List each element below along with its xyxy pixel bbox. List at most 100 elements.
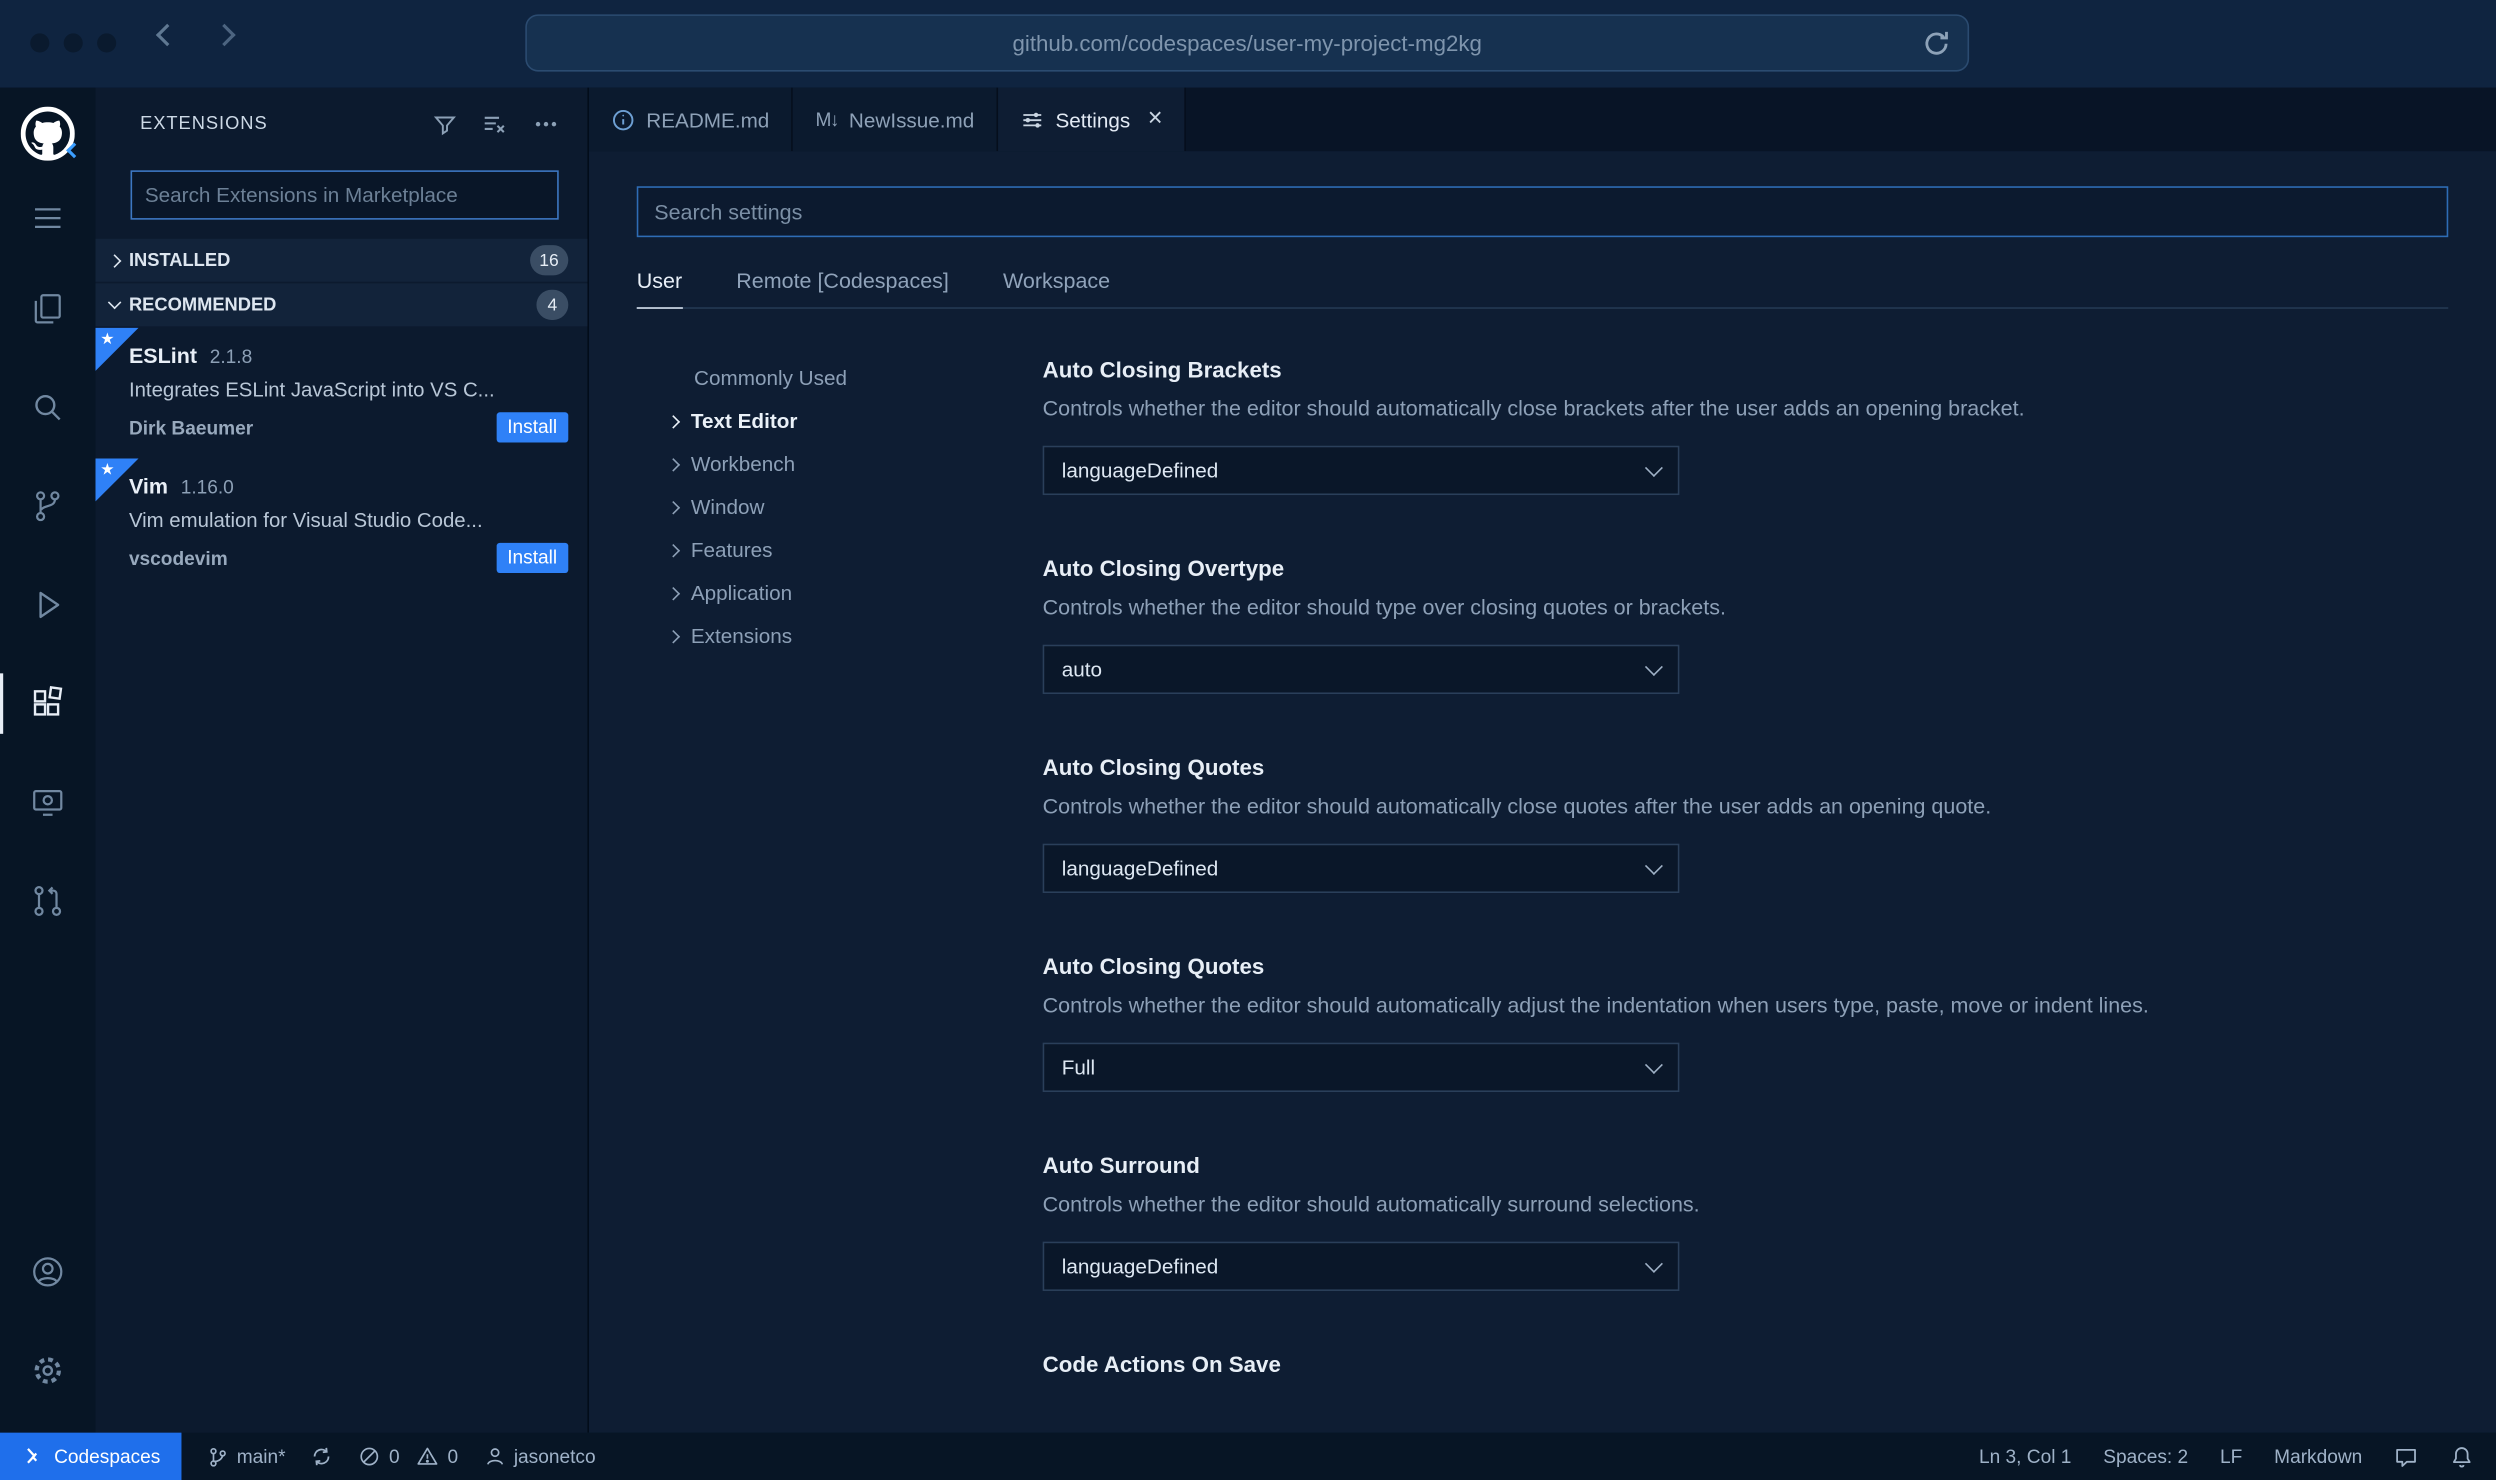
language-mode[interactable]: Markdown (2274, 1445, 2362, 1467)
tab-readme[interactable]: README.md (588, 87, 794, 152)
filter-icon[interactable] (433, 112, 457, 136)
menu-icon[interactable] (0, 177, 96, 260)
source-control-icon[interactable] (0, 457, 96, 556)
codespaces-label: Codespaces (54, 1445, 161, 1468)
settings-search-input[interactable] (638, 199, 2447, 224)
list-item-eslint[interactable]: ★ ESLint 2.1.8 Integrates ESLint JavaScr… (95, 327, 588, 459)
setting-auto-closing-quotes: Auto Closing Quotes Controls whether the… (1042, 755, 2449, 894)
toc-text-editor[interactable]: Text Editor (666, 400, 1027, 443)
window-controls[interactable] (30, 33, 117, 53)
codespaces-icon (27, 1448, 38, 1464)
url-text: github.com/codespaces/user-my-project-mg… (1012, 30, 1482, 56)
error-icon (361, 1447, 379, 1466)
setting-auto-surround: Auto Surround Controls whether the edito… (1042, 1152, 2449, 1291)
extension-publisher: vscodevim (128, 546, 228, 570)
indentation[interactable]: Spaces: 2 (2103, 1445, 2188, 1467)
toc-application[interactable]: Application (666, 571, 1027, 614)
toc-window[interactable]: Window (666, 486, 1027, 529)
chevron-down-icon (1644, 657, 1663, 676)
tab-newissue[interactable]: M↓ NewIssue.md (793, 87, 999, 152)
cursor-position[interactable]: Ln 3, Col 1 (1979, 1445, 2071, 1467)
setting-value-dropdown[interactable]: auto (1042, 644, 1680, 695)
scope-tab-remote[interactable]: Remote [Codespaces] (736, 269, 949, 307)
sidebar-title: EXTENSIONS (140, 114, 268, 134)
setting-value-dropdown[interactable]: languageDefined (1042, 1241, 1680, 1291)
explorer-icon[interactable] (0, 259, 96, 358)
extension-name: ESLint (128, 343, 197, 368)
section-label: INSTALLED (128, 250, 231, 270)
browser-nav (155, 23, 236, 47)
settings-gear-icon[interactable] (0, 1321, 96, 1420)
extension-description: Vim emulation for Visual Studio Code... (128, 507, 483, 532)
chevron-right-icon (666, 500, 681, 514)
toc-extensions[interactable]: Extensions (666, 614, 1027, 657)
account-icon[interactable] (0, 1223, 96, 1322)
eol-indicator[interactable]: LF (2220, 1445, 2242, 1467)
scope-tab-workspace[interactable]: Workspace (1003, 269, 1110, 307)
install-button[interactable]: Install (496, 542, 569, 574)
tab-settings[interactable]: Settings × (998, 87, 1187, 152)
setting-auto-closing-overtype: Auto Closing Overtype Controls whether t… (1042, 556, 2449, 695)
branch-indicator[interactable]: main* (206, 1445, 286, 1469)
chevron-down-icon (107, 295, 122, 310)
reload-icon[interactable] (1921, 29, 1951, 59)
chevron-right-icon (666, 457, 681, 471)
tab-label: NewIssue.md (848, 107, 975, 132)
feedback-icon[interactable] (2394, 1445, 2418, 1469)
chevron-right-icon (666, 543, 681, 557)
extension-publisher: Dirk Baeumer (128, 416, 254, 439)
back-arrow-icon[interactable] (155, 23, 179, 47)
forward-arrow-icon[interactable] (213, 23, 236, 47)
github-logo-icon[interactable] (20, 106, 82, 161)
remote-explorer-icon[interactable] (0, 753, 96, 852)
setting-value-dropdown[interactable]: languageDefined (1042, 843, 1680, 894)
recommended-count-badge: 4 (536, 289, 569, 320)
extension-version: 1.16.0 (180, 475, 234, 499)
chevron-right-icon (107, 253, 122, 268)
clear-extension-search-icon[interactable] (482, 111, 507, 136)
address-bar[interactable]: github.com/codespaces/user-my-project-mg… (525, 14, 1970, 72)
search-icon[interactable] (0, 358, 96, 457)
chevron-down-icon (1644, 458, 1663, 478)
chevron-right-icon (666, 414, 681, 428)
run-and-debug-icon[interactable] (0, 556, 96, 655)
more-actions-icon[interactable] (533, 111, 558, 136)
window-close-button[interactable] (30, 33, 50, 53)
vscode-remote-mark-icon (66, 135, 82, 164)
problems-indicator[interactable]: 0 0 (359, 1445, 458, 1468)
tab-bar: README.md M↓ NewIssue.md Settings × (588, 87, 2496, 152)
settings-editor-icon (1023, 111, 1042, 127)
pull-requests-icon[interactable] (0, 852, 96, 951)
window-zoom-button[interactable] (97, 33, 117, 53)
notifications-bell-icon[interactable] (2450, 1445, 2474, 1469)
section-installed[interactable]: INSTALLED 16 (95, 238, 588, 282)
window-minimize-button[interactable] (63, 33, 83, 53)
install-button[interactable]: Install (496, 412, 569, 443)
person-icon (486, 1448, 503, 1465)
toc-workbench[interactable]: Workbench (666, 443, 1027, 486)
extensions-search-input[interactable] (132, 183, 558, 207)
toc-commonly-used[interactable]: Commonly Used (669, 357, 1027, 400)
close-icon[interactable]: × (1148, 106, 1163, 132)
extension-description: Integrates ESLint JavaScript into VS C..… (128, 377, 495, 402)
setting-value-dropdown[interactable]: languageDefined (1042, 445, 1680, 496)
browser-window: github.com/codespaces/user-my-project-mg… (0, 0, 2496, 1480)
chevron-right-icon (666, 629, 681, 643)
settings-toc: Commonly Used Text Editor Workbench Wind… (666, 357, 1027, 1433)
settings-search-box (636, 186, 2449, 238)
info-icon (612, 109, 634, 130)
chevron-down-icon (1644, 1055, 1663, 1074)
setting-code-actions-on-save: Code Actions On Save (1042, 1351, 1281, 1377)
sync-button[interactable] (311, 1445, 333, 1467)
editor-area: README.md M↓ NewIssue.md Settings × Sear… (588, 87, 2496, 1433)
section-recommended[interactable]: RECOMMENDED 4 (95, 283, 588, 327)
setting-value-dropdown[interactable]: Full (1042, 1042, 1680, 1093)
warning-icon (417, 1447, 438, 1465)
toc-features[interactable]: Features (666, 528, 1027, 571)
tab-label: Settings (1055, 107, 1131, 132)
extensions-icon[interactable] (0, 654, 96, 753)
scope-tab-user[interactable]: User (636, 269, 683, 309)
codespaces-remote-indicator[interactable]: Codespaces (0, 1432, 182, 1480)
list-item-vim[interactable]: ★ Vim 1.16.0 Vim emulation for Visual St… (95, 458, 588, 589)
user-indicator[interactable]: jasonetco (484, 1445, 596, 1468)
